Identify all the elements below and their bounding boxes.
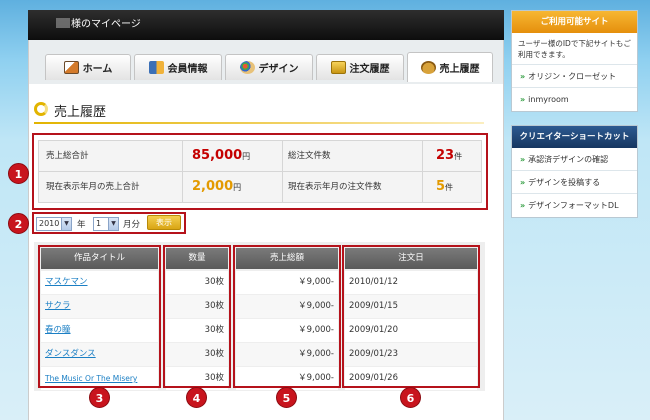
available-sites-title: ご利用可能サイト [512,11,637,33]
title-underline [34,122,484,124]
summary-highlight [32,133,488,210]
tab-label: 注文履歴 [349,64,390,75]
arrow-right-icon: » [520,201,526,210]
marker-6: 6 [400,387,421,408]
palette-icon [239,61,255,74]
moneybag-icon [420,61,436,74]
marker-1: 1 [8,163,29,184]
tab-members[interactable]: 会員情報 [134,54,222,80]
marker-4: 4 [186,387,207,408]
creator-shortcut-title: クリエイターショートカット [512,126,637,148]
tab-label: ホーム [82,64,113,75]
house-icon [63,61,79,74]
tab-label: 会員情報 [167,64,208,75]
tab-design[interactable]: デザイン [225,54,313,80]
shortcut-approved-designs[interactable]: » 承認済デザインの確認 [512,148,637,171]
arrow-right-icon: » [520,178,526,187]
page-header-title: 様のマイページ [71,19,141,30]
shortcut-post-design[interactable]: » デザインを投稿する [512,171,637,194]
title-ring-icon [34,102,48,116]
available-sites-box: ご利用可能サイト ユーザー様のIDで下記サイトもご利用できます。 » オリジン・ク… [511,10,638,112]
available-sites-description: ユーザー様のIDで下記サイトもご利用できます。 [512,33,637,65]
creator-shortcut-box: クリエイターショートカット » 承認済デザインの確認 » デザインを投稿する » デザ… [511,125,638,218]
tab-label: デザイン [258,64,299,75]
site-link-origin-closet[interactable]: » オリジン・クローゼット [512,65,637,88]
members-icon [148,61,164,74]
marker-5: 5 [276,387,297,408]
title-column-highlight [38,245,161,388]
tab-home[interactable]: ホーム [45,54,131,80]
page-header: 様のマイページ [28,10,504,40]
shortcut-design-format-dl[interactable]: » デザインフォーマットDL [512,194,637,217]
marker-3: 3 [89,387,110,408]
arrow-right-icon: » [520,72,526,81]
username-redacted [56,18,70,28]
quantity-column-highlight [163,245,231,388]
tab-order-history[interactable]: 注文履歴 [316,54,404,80]
tab-bar: ホーム 会員情報 デザイン 注文履歴 売上履歴 [28,40,504,84]
tab-sales-history[interactable]: 売上履歴 [407,52,493,82]
arrow-right-icon: » [520,155,526,164]
gold-bars-icon [330,61,346,74]
date-column-highlight [342,245,480,388]
arrow-right-icon: » [520,95,526,104]
filter-highlight [32,212,186,234]
amount-column-highlight [233,245,341,388]
marker-2: 2 [8,213,29,234]
page-title: 売上履歴 [54,105,107,120]
site-link-inmyroom[interactable]: » inmyroom [512,88,637,111]
tab-label: 売上履歴 [439,64,480,75]
